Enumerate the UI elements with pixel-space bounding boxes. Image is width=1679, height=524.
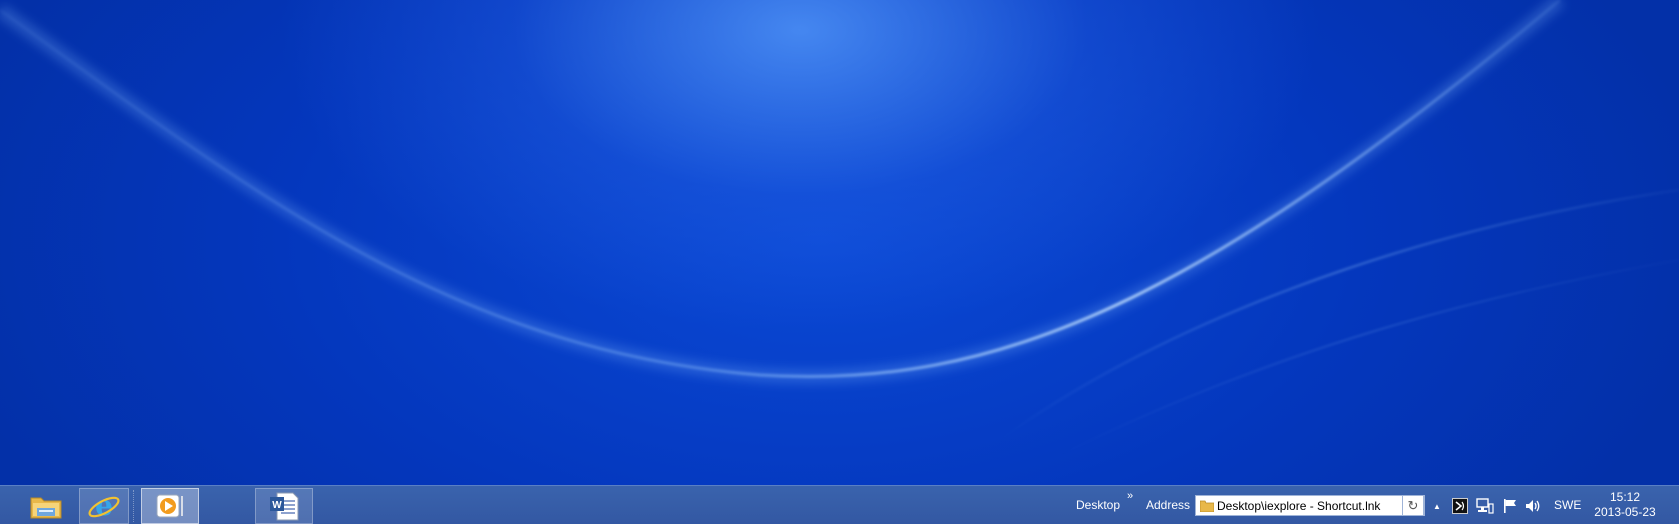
input-language-indicator[interactable]: SWE xyxy=(1554,498,1581,512)
svg-text:e: e xyxy=(95,490,113,522)
address-bar[interactable]: ⌄ xyxy=(1195,495,1425,516)
taskbar-grip[interactable] xyxy=(133,490,136,522)
refresh-button[interactable]: ↻ xyxy=(1402,495,1424,516)
desktop-toolbar-label[interactable]: Desktop xyxy=(1076,498,1120,512)
clock-date: 2013-05-23 xyxy=(1594,505,1656,519)
clock-time: 15:12 xyxy=(1609,490,1641,504)
folder-icon xyxy=(30,497,62,519)
refresh-icon: ↻ xyxy=(1407,497,1419,513)
taskbar-app-internet-explorer[interactable]: e xyxy=(79,488,129,524)
tray-action-center-button[interactable] xyxy=(1500,496,1520,516)
taskbar-app-file-explorer[interactable] xyxy=(18,488,74,524)
svg-text:W: W xyxy=(272,500,282,511)
desktop-background[interactable] xyxy=(0,0,1679,485)
address-input[interactable] xyxy=(1217,498,1393,513)
tray-network-button[interactable] xyxy=(1475,496,1495,516)
folder-icon xyxy=(1200,500,1214,512)
chevron-up-icon: ▲ xyxy=(1433,501,1441,511)
show-hidden-icons-button[interactable]: ▲ xyxy=(1430,496,1444,516)
clock[interactable]: 15:12 2013-05-23 xyxy=(1590,490,1660,520)
taskbar-app-word[interactable]: W xyxy=(255,488,313,524)
word-icon: W xyxy=(270,492,299,521)
address-toolbar-label: Address xyxy=(1146,498,1191,512)
toolbar-overflow-chevron[interactable]: » xyxy=(1127,490,1133,502)
action-center-flag-icon xyxy=(1504,499,1516,513)
taskbar: e W Desktop » Address ⌄ ↻ ▲ xyxy=(0,485,1679,524)
wallpaper-light-streaks xyxy=(0,0,1679,461)
tray-volume-button[interactable] xyxy=(1524,496,1544,516)
tray-narrator-button[interactable] xyxy=(1451,496,1469,516)
media-player-icon xyxy=(156,494,183,518)
volume-icon xyxy=(1526,500,1540,512)
internet-explorer-icon: e xyxy=(88,490,120,522)
narrator-icon xyxy=(1452,498,1468,514)
network-icon xyxy=(1476,498,1494,514)
taskbar-app-media-player[interactable] xyxy=(141,488,199,524)
